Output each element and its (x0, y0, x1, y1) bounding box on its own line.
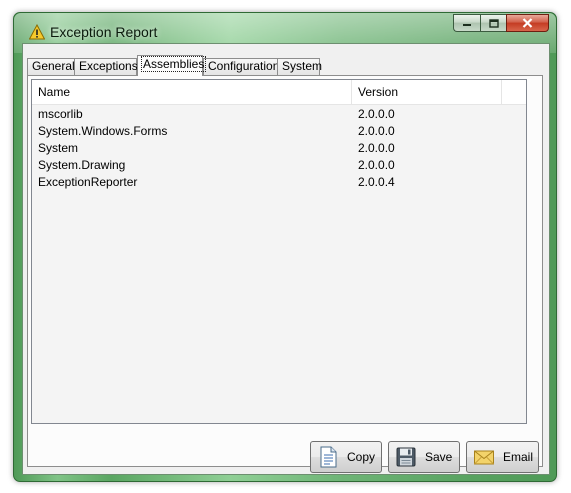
tab-label: Exceptions (79, 59, 138, 73)
tab-label: System (282, 59, 323, 73)
list-item[interactable]: System.Windows.Forms 2.0.0.0 (32, 123, 526, 140)
maximize-icon (488, 18, 499, 28)
column-header-version[interactable]: Version (352, 80, 502, 104)
assemblies-list[interactable]: Name Version mscorlib 2.0.0.0 System.Win… (31, 79, 527, 424)
list-item[interactable]: mscorlib 2.0.0.0 (32, 106, 526, 123)
tab-exceptions[interactable]: Exceptions (74, 58, 138, 75)
assembly-name: System.Windows.Forms (38, 124, 168, 138)
caption-buttons (453, 14, 549, 32)
save-button[interactable]: Save (388, 441, 460, 473)
close-button[interactable] (506, 14, 549, 32)
copy-label: Copy (347, 450, 376, 464)
tab-label: Assemblies (140, 56, 207, 72)
list-item[interactable]: ExceptionReporter 2.0.0.4 (32, 174, 526, 191)
tab-assemblies[interactable]: Assemblies (137, 55, 207, 76)
tab-configuration[interactable]: Configuration (203, 58, 280, 75)
list-rows: mscorlib 2.0.0.0 System.Windows.Forms 2.… (32, 106, 526, 191)
assemblies-tab-panel: Name Version mscorlib 2.0.0.0 System.Win… (27, 75, 543, 467)
assembly-version: 2.0.0.0 (358, 124, 395, 138)
warning-icon (29, 24, 45, 40)
floppy-disk-icon (396, 447, 416, 467)
copy-button[interactable]: Copy (310, 441, 382, 473)
email-button[interactable]: Email (466, 441, 539, 473)
assembly-version: 2.0.0.0 (358, 141, 395, 155)
client-area: General Exceptions Assemblies Configurat… (22, 43, 550, 475)
list-item[interactable]: System 2.0.0.0 (32, 140, 526, 157)
tab-general[interactable]: General (27, 58, 75, 75)
tab-system[interactable]: System (277, 58, 323, 75)
assembly-name: ExceptionReporter (38, 175, 138, 189)
assembly-version: 2.0.0.0 (358, 107, 395, 121)
tab-label: General (32, 59, 75, 73)
list-header: Name Version (32, 80, 526, 105)
document-icon (320, 446, 337, 468)
minimize-button[interactable] (453, 14, 480, 32)
tab-label: Configuration (208, 59, 280, 73)
close-icon (522, 18, 533, 28)
assembly-version: 2.0.0.0 (358, 158, 395, 172)
email-label: Email (503, 450, 534, 464)
window-title: Exception Report (50, 24, 158, 40)
envelope-icon (474, 450, 494, 465)
assembly-name: System (38, 141, 79, 155)
column-header-name[interactable]: Name (32, 80, 352, 104)
assembly-name: System.Drawing (38, 158, 126, 172)
assembly-name: mscorlib (38, 107, 83, 121)
save-label: Save (425, 450, 453, 464)
minimize-icon (463, 24, 471, 26)
exception-report-window: Exception Report General Exceptions Asse… (13, 12, 557, 482)
maximize-button[interactable] (480, 14, 506, 32)
assembly-version: 2.0.0.4 (358, 175, 395, 189)
list-item[interactable]: System.Drawing 2.0.0.0 (32, 157, 526, 174)
